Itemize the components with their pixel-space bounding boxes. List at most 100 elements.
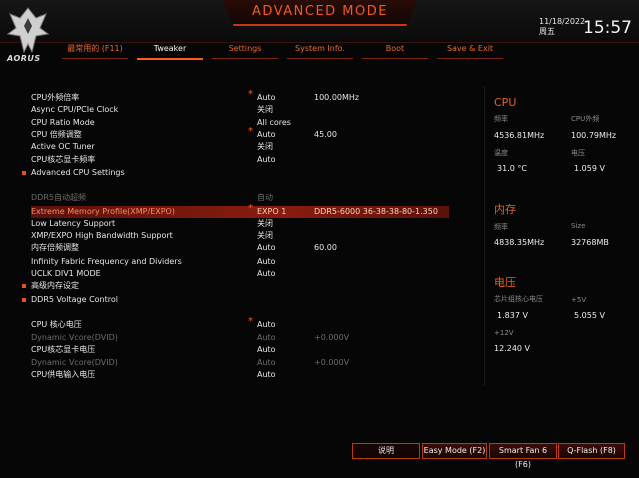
- setting-label: CPU 核心电压: [31, 320, 82, 329]
- 5v-label: +5V: [571, 296, 587, 304]
- setting-label: Dynamic Vcore(DVID): [31, 358, 118, 367]
- setting-value: Auto: [257, 370, 276, 379]
- setting-value: 关闭: [257, 105, 273, 114]
- setting-current-value: DDR5-6000 36-38-38-80-1.350: [314, 207, 438, 216]
- setting-label: Advanced CPU Settings: [31, 168, 125, 177]
- smart-fan-button[interactable]: Smart Fan 6 (F6): [489, 443, 557, 469]
- submenu-bullet-icon: [22, 284, 26, 288]
- setting-value: Auto: [257, 243, 276, 252]
- setting-label: Dynamic Vcore(DVID): [31, 333, 118, 342]
- setting-label: CPU核芯显卡电压: [31, 345, 96, 354]
- tab-favorites[interactable]: 最常用的 (F11): [62, 42, 128, 59]
- setting-label: Async CPU/PCIe Clock: [31, 105, 119, 114]
- mode-title: ADVANCED MODE: [252, 4, 388, 19]
- setting-label: UCLK DIV1 MODE: [31, 269, 101, 278]
- brand-name: AORUS: [7, 54, 41, 63]
- cpu-volt-label: 电压: [571, 149, 585, 157]
- setting-value: Auto: [257, 269, 276, 278]
- setting-label: CPU核芯显卡频率: [31, 155, 96, 164]
- submenu-advanced-cpu-settings[interactable]: Advanced CPU Settings: [22, 167, 449, 179]
- setting-label: CPU 倍频调整: [31, 130, 82, 139]
- setting-value: Auto: [257, 257, 276, 266]
- setting-label: CPU外频倍率: [31, 93, 80, 102]
- setting-value: 关闭: [257, 142, 273, 151]
- date-text: 11/18/2022: [539, 17, 586, 26]
- q-flash-button[interactable]: Q-Flash (F8): [558, 443, 625, 459]
- setting-cpu-vddin-voltage[interactable]: CPU供电输入电压 Auto: [31, 369, 449, 381]
- setting-cpu-ratio-mode[interactable]: CPU Ratio Mode All cores: [31, 117, 449, 129]
- submenu-ddr5-voltage-control[interactable]: DDR5 Voltage Control: [22, 294, 449, 306]
- setting-label: DDR5自动超频: [31, 193, 86, 202]
- setting-label: DDR5 Voltage Control: [31, 295, 118, 304]
- setting-label: CPU供电输入电压: [31, 370, 96, 379]
- tab-boot[interactable]: Boot: [362, 42, 428, 59]
- cpu-temp-value: 31.0 °C: [497, 164, 527, 173]
- setting-value: EXPO 1: [257, 207, 287, 216]
- setting-label: Extreme Memory Profile(XMP/EXPO): [31, 207, 175, 216]
- setting-async-cpu-pcie-clock[interactable]: Async CPU/PCIe Clock 关闭: [31, 104, 449, 116]
- setting-value: Auto: [257, 93, 276, 102]
- setting-cpu-multiplier[interactable]: CPU 倍频调整 * Auto 45.00: [31, 126, 449, 141]
- cpu-freq-label: 频率: [494, 115, 508, 123]
- setting-memory-multiplier[interactable]: 内存倍频调整 Auto 60.00: [31, 242, 449, 254]
- setting-value: Auto: [257, 320, 276, 329]
- setting-label: 高级内存设定: [31, 281, 79, 290]
- setting-value: 关闭: [257, 231, 273, 240]
- setting-uclk-div1-mode[interactable]: UCLK DIV1 MODE Auto: [31, 268, 449, 280]
- cpu-volt-value: 1.059 V: [574, 164, 605, 173]
- easy-mode-button[interactable]: Easy Mode (F2): [422, 443, 487, 459]
- chipset-voltage-label: 芯片组核心电压: [494, 295, 543, 303]
- setting-value: 自动: [257, 193, 273, 202]
- modified-star-icon: *: [248, 89, 253, 100]
- memory-freq-label: 频率: [494, 223, 508, 231]
- setting-value: Auto: [257, 333, 276, 342]
- setting-xmp-expo-profile[interactable]: Extreme Memory Profile(XMP/EXPO) * EXPO …: [31, 203, 449, 218]
- cpu-freq-value: 4536.81MHz: [494, 131, 545, 140]
- memory-size-label: Size: [571, 222, 586, 230]
- setting-dynamic-vcore-2[interactable]: Dynamic Vcore(DVID) Auto +0.000V: [31, 357, 449, 369]
- submenu-bullet-icon: [22, 298, 26, 302]
- panel-divider: [484, 86, 485, 386]
- setting-label: CPU Ratio Mode: [31, 118, 95, 127]
- setting-xmp-high-bandwidth[interactable]: XMP/EXPO High Bandwidth Support 关闭: [31, 230, 449, 242]
- chipset-voltage-value: 1.837 V: [497, 311, 528, 320]
- aorus-eagle-logo: [6, 7, 50, 54]
- setting-label: Infinity Fabric Frequency and Dividers: [31, 257, 182, 266]
- submenu-advanced-memory[interactable]: 高级内存设定: [22, 280, 449, 292]
- setting-low-latency-support[interactable]: Low Latency Support 关闭: [31, 218, 449, 230]
- setting-value: 关闭: [257, 219, 273, 228]
- setting-dynamic-vcore-1[interactable]: Dynamic Vcore(DVID) Auto +0.000V: [31, 332, 449, 344]
- voltage-section-title: 电压: [494, 276, 516, 289]
- weekday-text: 周五: [539, 27, 555, 36]
- setting-current-value: 45.00: [314, 130, 337, 139]
- setting-infinity-fabric[interactable]: Infinity Fabric Frequency and Dividers A…: [31, 256, 449, 268]
- setting-igpu-frequency[interactable]: CPU核芯显卡频率 Auto: [31, 154, 449, 166]
- memory-size-value: 32768MB: [571, 238, 609, 247]
- setting-cpu-clock-ratio[interactable]: CPU外频倍率 * Auto 100.00MHz: [31, 89, 449, 104]
- setting-value: Auto: [257, 130, 276, 139]
- setting-active-oc-tuner[interactable]: Active OC Tuner 关闭: [31, 141, 449, 153]
- tab-save-exit[interactable]: Save & Exit: [437, 42, 503, 59]
- setting-label: 内存倍频调整: [31, 243, 79, 252]
- help-button[interactable]: 说明: [352, 443, 420, 459]
- tab-tweaker[interactable]: Tweaker: [137, 42, 203, 60]
- setting-igpu-voltage[interactable]: CPU核芯显卡电压 Auto: [31, 344, 449, 356]
- setting-ddr5-auto-oc[interactable]: DDR5自动超频 自动: [31, 192, 449, 204]
- tab-system-info[interactable]: System Info.: [287, 42, 353, 59]
- tab-settings[interactable]: Settings: [212, 42, 278, 59]
- setting-current-value: +0.000V: [314, 333, 350, 342]
- submenu-bullet-icon: [22, 171, 26, 175]
- setting-label: XMP/EXPO High Bandwidth Support: [31, 231, 173, 240]
- setting-label: Active OC Tuner: [31, 142, 95, 151]
- modified-star-icon: *: [248, 126, 253, 137]
- setting-current-value: +0.000V: [314, 358, 350, 367]
- memory-section-title: 内存: [494, 203, 516, 216]
- cpu-section-title: CPU: [494, 96, 517, 109]
- setting-value: Auto: [257, 345, 276, 354]
- cpu-bclk-label: CPU外频: [571, 115, 600, 123]
- setting-label: Low Latency Support: [31, 219, 116, 228]
- memory-freq-value: 4838.35MHz: [494, 238, 545, 247]
- clock: 15:57: [583, 18, 632, 38]
- 12v-value: 12.240 V: [494, 344, 531, 353]
- setting-cpu-vcore[interactable]: CPU 核心电压 * Auto: [31, 316, 449, 331]
